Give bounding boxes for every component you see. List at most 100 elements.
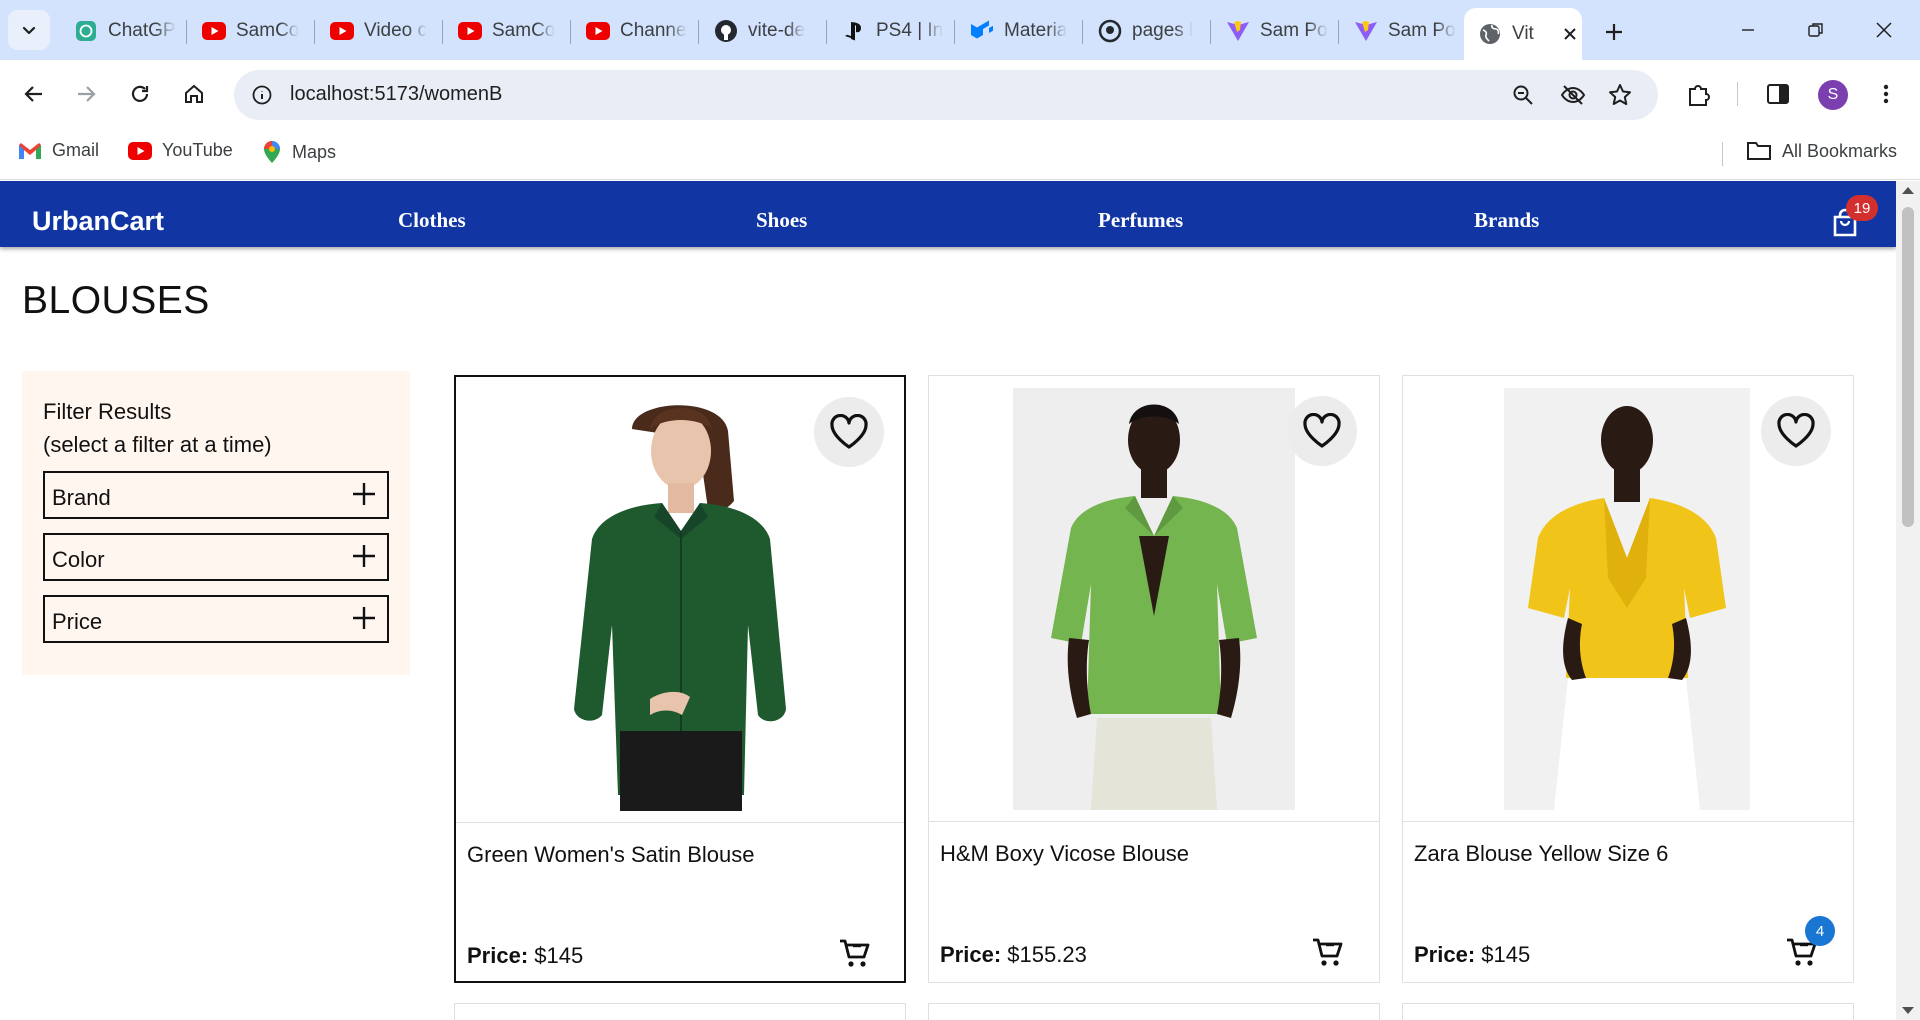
filter-option-label: Brand [52,485,111,510]
product-card[interactable]: H&M Boxy Vicose Blouse Price: $155.23 [928,375,1380,983]
tab-label: Sam Po [1388,20,1456,41]
nav-link-brands[interactable]: Brands [1474,208,1539,233]
product-card-partial[interactable] [928,1003,1380,1020]
filter-color-toggle[interactable]: Color [43,533,389,581]
product-card[interactable]: Zara Blouse Yellow Size 6 Price: $145 4 [1402,375,1854,983]
product-name[interactable]: Zara Blouse Yellow Size 6 [1414,841,1668,867]
tab-vite-1[interactable]: Sam Po [1212,12,1334,50]
app-navbar: UrbanCart Clothes Shoes Perfumes Brands … [0,181,1896,247]
vite-icon [1226,19,1250,43]
nav-link-clothes[interactable]: Clothes [398,208,466,233]
nav-link-shoes[interactable]: Shoes [756,208,807,233]
home-button[interactable] [172,72,216,116]
url-text[interactable]: localhost:5173/womenB [290,83,502,106]
minimize-button[interactable] [1718,10,1778,50]
site-info-button[interactable] [246,79,278,111]
arrow-right-icon [78,86,96,102]
restore-button[interactable] [1786,10,1846,50]
cart-count-badge: 19 [1846,195,1878,221]
plus-icon [353,545,375,567]
tab-chatgpt[interactable]: ChatGP [60,12,182,50]
product-card-partial[interactable] [1402,1003,1854,1020]
product-card-partial[interactable] [454,1003,906,1020]
product-image[interactable] [540,389,822,811]
tab-separator [826,20,827,44]
filter-brand-toggle[interactable]: Brand [43,471,389,519]
wishlist-button[interactable] [814,397,884,467]
card-divider [1403,821,1853,822]
product-image[interactable] [1013,388,1295,810]
filter-option-label: Color [52,547,105,572]
price-value: $145 [534,943,584,968]
extensions-icon[interactable] [1686,81,1712,107]
add-to-cart-icon[interactable] [838,937,870,969]
tab-active-vite-app[interactable]: Vit [1464,8,1582,60]
tab-material-ui[interactable]: Materia [956,12,1078,50]
wishlist-button[interactable] [1287,396,1357,466]
tab-youtube-1[interactable]: SamCo [188,12,310,50]
tab-github[interactable]: vite-de [700,12,822,50]
tab-label: pages l [1132,20,1194,41]
toolbar-divider [1737,82,1738,106]
tab-label: Vit [1512,23,1534,44]
scrollbar-thumb[interactable] [1902,207,1914,527]
new-tab-button[interactable] [1596,14,1632,50]
add-to-cart-icon[interactable] [1311,936,1343,968]
tab-youtube-4[interactable]: Channe [572,12,694,50]
reload-button[interactable] [118,72,162,116]
close-icon[interactable] [1562,26,1578,42]
browser-toolbar: localhost:5173/womenB S [0,60,1920,128]
bookmark-maps[interactable]: Maps [262,140,336,164]
playstation-icon [842,19,866,43]
product-card[interactable]: Green Women's Satin Blouse Price: $145 [454,375,906,983]
back-button[interactable] [12,72,56,116]
tab-youtube-2[interactable]: Video c [316,12,438,50]
product-name[interactable]: H&M Boxy Vicose Blouse [940,841,1189,867]
filter-heading: Filter Results (select a filter at a tim… [43,395,272,461]
bookmark-youtube[interactable]: YouTube [128,140,233,161]
nav-link-perfumes[interactable]: Perfumes [1098,208,1183,233]
card-divider [929,821,1379,822]
product-name[interactable]: Green Women's Satin Blouse [467,842,755,868]
gmail-icon [19,142,41,159]
window-close-button[interactable] [1854,10,1914,50]
tab-label: Materia [1004,20,1068,41]
star-icon[interactable] [1608,83,1632,107]
reload-icon [131,85,149,102]
tab-label: vite-de [748,20,806,41]
youtube-icon [458,19,482,43]
maps-icon [264,141,280,163]
filter-price-toggle[interactable]: Price [43,595,389,643]
filter-heading-line1: Filter Results [43,399,172,424]
github-icon [714,19,738,43]
forward-button[interactable] [64,72,108,116]
tab-separator [1082,20,1083,44]
page-title: BLOUSES [22,279,210,322]
tab-separator [570,20,571,44]
more-vertical-icon[interactable] [1874,82,1898,106]
wishlist-button[interactable] [1761,396,1831,466]
tab-github-pages[interactable]: pages l [1084,12,1206,50]
brand-logo[interactable]: UrbanCart [32,206,164,237]
all-bookmarks-button[interactable]: All Bookmarks [1746,140,1897,162]
tab-playstation[interactable]: PS4 | In [828,12,950,50]
tab-vite-2[interactable]: Sam Po [1340,12,1462,50]
scroll-down-arrow-icon[interactable] [1902,1007,1914,1014]
scroll-up-arrow-icon[interactable] [1902,187,1914,194]
tab-label: SamCo [492,20,556,41]
tab-youtube-3[interactable]: SamCo [444,12,566,50]
globe-icon [1478,22,1502,46]
product-image[interactable] [1504,388,1750,810]
zoom-icon[interactable] [1512,84,1534,106]
profile-avatar[interactable]: S [1818,80,1848,110]
address-bar[interactable]: localhost:5173/womenB [234,70,1658,120]
tab-search-button[interactable] [8,10,50,50]
page-scrollbar[interactable] [1896,181,1920,1020]
youtube-icon [330,19,354,43]
tab-label: Sam Po [1260,20,1328,41]
price-value: $155.23 [1007,942,1087,967]
bookmark-gmail[interactable]: Gmail [18,140,99,161]
side-panel-icon[interactable] [1766,82,1790,106]
eye-off-icon[interactable] [1560,83,1586,107]
tab-label: Video c [364,20,428,41]
